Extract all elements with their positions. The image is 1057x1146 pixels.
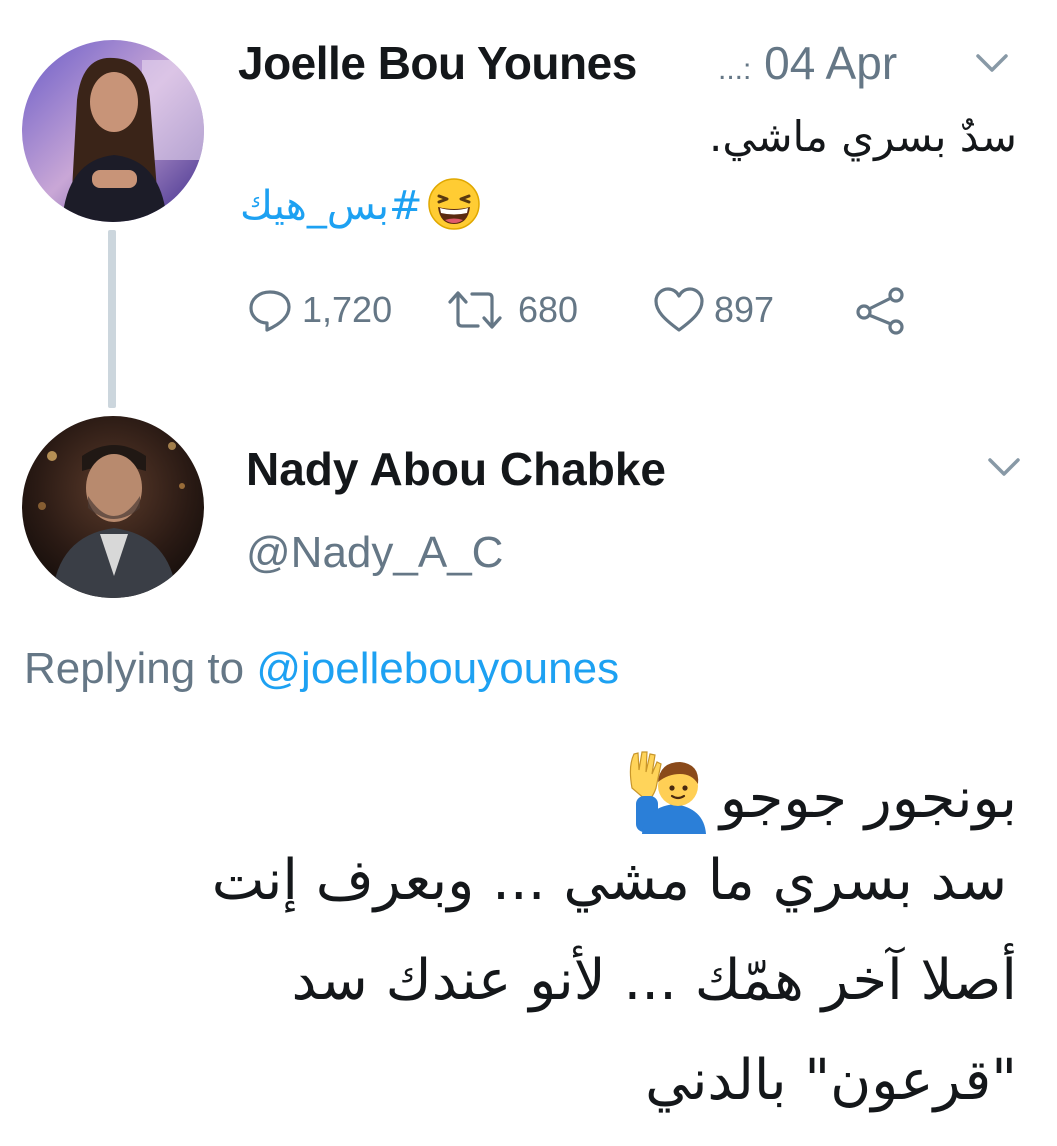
share-button[interactable] bbox=[852, 280, 916, 340]
reply-text-line-2: سد بسري ما مشي ... وبعرف إنت bbox=[212, 848, 1007, 913]
tweet-hashtag-line: #بس_هيك bbox=[240, 177, 481, 236]
reply-text-line-2-content: سد بسري ما مشي ... وبعرف إنت bbox=[211, 848, 1007, 913]
share-icon bbox=[856, 287, 904, 335]
retweet-icon bbox=[448, 291, 502, 329]
heart-icon bbox=[654, 287, 704, 332]
reply-text-line-4-content: "قرعون" بالدني bbox=[645, 1048, 1017, 1113]
replying-to-line: Replying to @joellebouyounes bbox=[24, 644, 619, 694]
like-count: 897 bbox=[714, 289, 775, 330]
reply-text-line-3: أصلا آخر همّك ... لأنو عندك سد bbox=[291, 948, 1017, 1013]
reply-icon bbox=[249, 290, 291, 332]
tweet-date[interactable]: 04 Apr bbox=[764, 37, 897, 89]
avatar-joelle-image bbox=[22, 40, 204, 222]
avatar-nady[interactable] bbox=[22, 416, 204, 598]
reply-author-name-text: Nady Abou Chabke bbox=[246, 443, 667, 495]
avatar-joelle[interactable] bbox=[22, 40, 204, 222]
reply-text-line-3-content: أصلا آخر همّك ... لأنو عندك سد bbox=[291, 948, 1017, 1013]
replying-to-mention-link[interactable]: @joellebouyounes bbox=[256, 644, 619, 693]
person-raising-hand-emoji-icon bbox=[622, 748, 710, 848]
reply-button[interactable]: 1,720 bbox=[246, 280, 392, 340]
reply-author-handle-text: @Nady_A_C bbox=[246, 528, 504, 577]
tweet-meta: ...: 04 Apr bbox=[718, 36, 897, 90]
reply-text-line-1-content: بونجور جوجو bbox=[719, 765, 1017, 831]
tweet-text-content: سدٌ بسري ماشي. bbox=[709, 112, 1017, 161]
avatar-nady-image bbox=[22, 416, 204, 598]
grinning-squinting-face-emoji-icon bbox=[427, 177, 481, 236]
reply-count: 1,720 bbox=[302, 289, 393, 330]
name-truncation-ellipsis: ... bbox=[718, 53, 744, 86]
retweet-count: 680 bbox=[518, 289, 579, 330]
tweet-author-name[interactable]: Joelle Bou Younes bbox=[238, 36, 637, 90]
reply-text-line-1: بونجور جوجو bbox=[622, 748, 1017, 848]
reply-author-name[interactable]: Nady Abou Chabke bbox=[246, 442, 666, 496]
meta-separator: : bbox=[743, 53, 752, 86]
retweet-button[interactable]: 680 bbox=[440, 280, 578, 340]
replying-to-label: Replying to bbox=[24, 644, 245, 693]
reply-options-chevron-down-icon[interactable] bbox=[984, 452, 1024, 482]
reply-text-line-4: "قرعون" بالدني bbox=[645, 1048, 1017, 1113]
tweet-text: سدٌ بسري ماشي. bbox=[709, 112, 1017, 161]
like-button[interactable]: 897 bbox=[652, 280, 774, 340]
tweet-author-name-text: Joelle Bou Younes bbox=[238, 37, 637, 89]
tweet-action-bar: 1,720 680 897 bbox=[240, 280, 940, 340]
hashtag-link[interactable]: #بس_هيك bbox=[240, 183, 423, 229]
reply-author-handle[interactable]: @Nady_A_C bbox=[246, 528, 503, 578]
tweet-options-chevron-down-icon[interactable] bbox=[972, 48, 1012, 78]
thread-connector-line bbox=[108, 230, 116, 408]
